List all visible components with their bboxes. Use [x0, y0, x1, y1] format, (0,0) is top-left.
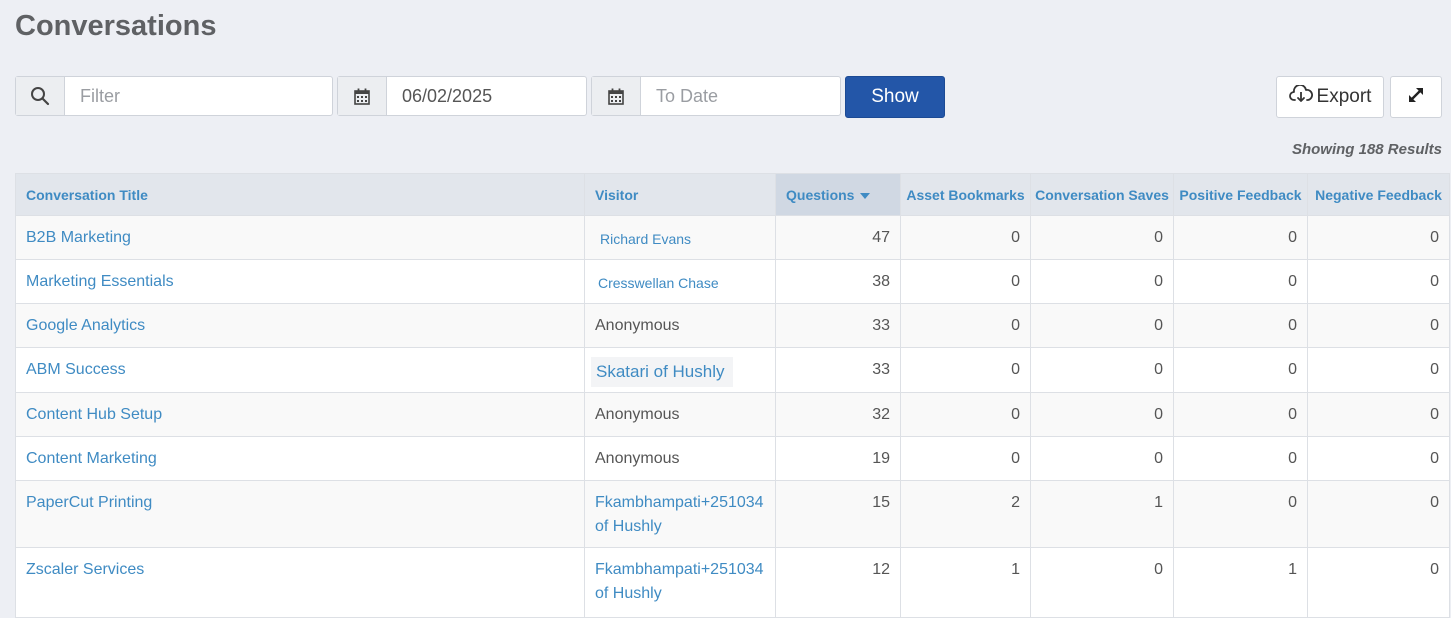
column-header-questions-label: Questions	[786, 186, 855, 203]
from-date-input[interactable]	[387, 77, 586, 115]
positive-feedback-count: 0	[1173, 347, 1308, 393]
search-icon[interactable]	[16, 77, 65, 115]
conversation-saves-count: 1	[1030, 480, 1174, 548]
table-row: Marketing Essentials Cresswellan Chase 3…	[15, 259, 1450, 304]
positive-feedback-count: 0	[1173, 215, 1308, 260]
conversation-saves-count: 0	[1030, 259, 1174, 304]
asset-bookmarks-count: 0	[900, 259, 1031, 304]
conversation-saves-count: 0	[1030, 303, 1174, 348]
column-header-asset-bookmarks[interactable]: Asset Bookmarks	[900, 173, 1031, 216]
asset-bookmarks-count: 0	[900, 436, 1031, 481]
visitor-anonymous: Anonymous	[595, 450, 680, 467]
questions-count: 47	[775, 215, 901, 260]
to-date-input[interactable]	[641, 77, 840, 115]
asset-bookmarks-count: 0	[900, 392, 1031, 437]
conversation-title-link[interactable]: ABM Success	[26, 361, 126, 378]
page-title: Conversations	[15, 10, 217, 42]
visitor-name-line2: of Hushly	[595, 518, 662, 535]
column-header-negative-feedback[interactable]: Negative Feedback	[1307, 173, 1450, 216]
asset-bookmarks-count: 0	[900, 215, 1031, 260]
negative-feedback-count: 0	[1307, 303, 1450, 348]
questions-count: 15	[775, 480, 901, 548]
questions-count: 19	[775, 436, 901, 481]
visitor-name-line2: of Hushly	[595, 585, 662, 602]
column-header-visitor[interactable]: Visitor	[584, 173, 776, 216]
positive-feedback-count: 0	[1173, 436, 1308, 481]
questions-count: 12	[775, 547, 901, 618]
visitor-link[interactable]: Fkambhampati+251034 of Hushly	[595, 558, 764, 606]
conversation-saves-count: 0	[1030, 347, 1174, 393]
filter-group	[15, 76, 333, 116]
calendar-icon[interactable]	[338, 77, 387, 115]
visitor-link[interactable]: Skatari of Hushly	[591, 357, 733, 387]
conversation-title-link[interactable]: B2B Marketing	[26, 229, 131, 246]
conversation-title-link[interactable]: Content Marketing	[26, 450, 157, 467]
conversation-title-link[interactable]: Marketing Essentials	[26, 273, 174, 290]
asset-bookmarks-count: 2	[900, 480, 1031, 548]
results-count: Showing 188 Results	[1291, 141, 1442, 158]
visitor-name-line1: Fkambhampati+251034	[595, 561, 764, 578]
positive-feedback-count: 0	[1173, 303, 1308, 348]
table-row: Zscaler Services Fkambhampati+251034 of H…	[15, 547, 1450, 618]
positive-feedback-count: 1	[1173, 547, 1308, 618]
column-header-conversation-saves[interactable]: Conversation Saves	[1030, 173, 1174, 216]
positive-feedback-count: 0	[1173, 480, 1308, 548]
to-date-group	[591, 76, 841, 116]
conversation-saves-count: 0	[1030, 392, 1174, 437]
column-header-questions[interactable]: Questions	[775, 173, 901, 216]
export-button[interactable]: Export	[1276, 76, 1384, 118]
negative-feedback-count: 0	[1307, 392, 1450, 437]
table-header-row: Conversation Title Visitor Questions Ass…	[15, 173, 1450, 216]
asset-bookmarks-count: 0	[900, 303, 1031, 348]
show-button[interactable]: Show	[845, 76, 945, 118]
visitor-link[interactable]: Cresswellan Chase	[595, 271, 719, 295]
column-header-positive-feedback[interactable]: Positive Feedback	[1173, 173, 1308, 216]
export-label: Export	[1316, 86, 1372, 107]
expand-icon	[1406, 85, 1426, 110]
conversation-title-link[interactable]: Content Hub Setup	[26, 406, 162, 423]
table-row: Content Marketing Anonymous 19 0 0 0 0	[15, 436, 1450, 481]
visitor-anonymous: Anonymous	[595, 406, 680, 423]
table-row: PaperCut Printing Fkambhampati+251034 of …	[15, 480, 1450, 548]
positive-feedback-count: 0	[1173, 392, 1308, 437]
questions-count: 32	[775, 392, 901, 437]
table-row: Google Analytics Anonymous 33 0 0 0 0	[15, 303, 1450, 348]
column-header-title[interactable]: Conversation Title	[15, 173, 585, 216]
conversation-title-link[interactable]: Zscaler Services	[26, 561, 144, 578]
expand-button[interactable]	[1390, 76, 1442, 118]
table-row: Content Hub Setup Anonymous 32 0 0 0 0	[15, 392, 1450, 437]
positive-feedback-count: 0	[1173, 259, 1308, 304]
conversation-saves-count: 0	[1030, 547, 1174, 618]
table-row: ABM Success Skatari of Hushly 33 0 0 0 0	[15, 347, 1450, 393]
visitor-link[interactable]: Richard Evans	[595, 227, 691, 251]
conversation-saves-count: 0	[1030, 215, 1174, 260]
negative-feedback-count: 0	[1307, 259, 1450, 304]
visitor-anonymous: Anonymous	[595, 317, 680, 334]
asset-bookmarks-count: 0	[900, 347, 1031, 393]
negative-feedback-count: 0	[1307, 215, 1450, 260]
cloud-download-icon	[1288, 84, 1313, 109]
from-date-group	[337, 76, 587, 116]
conversation-saves-count: 0	[1030, 436, 1174, 481]
sort-desc-icon	[860, 192, 871, 199]
filter-input[interactable]	[65, 77, 332, 115]
negative-feedback-count: 0	[1307, 436, 1450, 481]
visitor-link[interactable]: Fkambhampati+251034 of Hushly	[595, 491, 764, 539]
conversation-title-link[interactable]: PaperCut Printing	[26, 494, 152, 511]
asset-bookmarks-count: 1	[900, 547, 1031, 618]
table-row: B2B Marketing Richard Evans 47 0 0 0 0	[15, 215, 1450, 260]
questions-count: 33	[775, 347, 901, 393]
questions-count: 33	[775, 303, 901, 348]
negative-feedback-count: 0	[1307, 547, 1450, 618]
negative-feedback-count: 0	[1307, 480, 1450, 548]
conversation-title-link[interactable]: Google Analytics	[26, 317, 145, 334]
questions-count: 38	[775, 259, 901, 304]
conversations-table: Conversation Title Visitor Questions Ass…	[15, 173, 1450, 618]
calendar-icon[interactable]	[592, 77, 641, 115]
negative-feedback-count: 0	[1307, 347, 1450, 393]
visitor-name-line1: Fkambhampati+251034	[595, 494, 764, 511]
